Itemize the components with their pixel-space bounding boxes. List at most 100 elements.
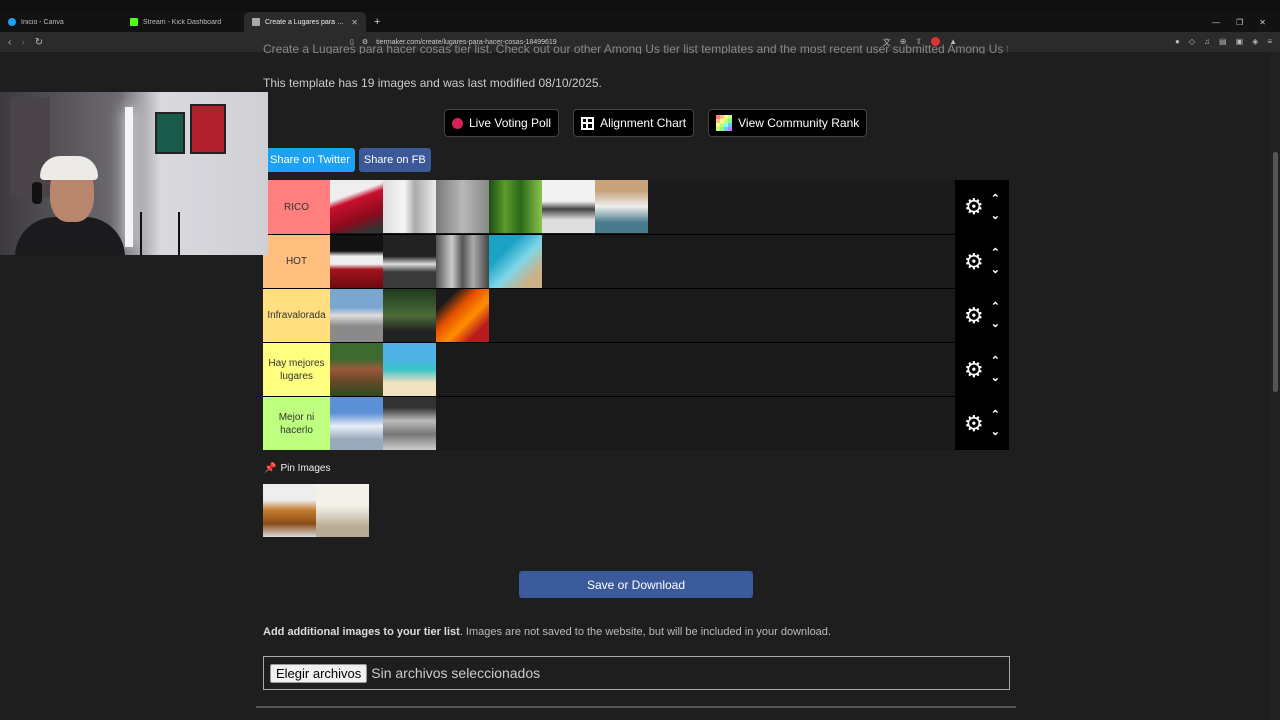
description-text: Create a Lugares para hacer cosas tier l… bbox=[263, 44, 1008, 54]
close-tab-icon[interactable]: ✕ bbox=[351, 18, 358, 27]
tier-items[interactable] bbox=[330, 397, 955, 450]
gear-icon[interactable]: ⚙ bbox=[964, 196, 984, 218]
media-icon[interactable]: ♫ bbox=[1204, 37, 1210, 48]
pin-label: Pin Images bbox=[280, 463, 331, 474]
gear-icon[interactable]: ⚙ bbox=[964, 358, 984, 381]
tripod bbox=[140, 212, 180, 255]
tier-items[interactable] bbox=[330, 180, 955, 234]
file-status: Sin archivos seleccionados bbox=[371, 665, 541, 681]
new-tab-button[interactable]: + bbox=[366, 16, 388, 28]
file-upload-box: Elegir archivos Sin archivos seleccionad… bbox=[263, 656, 1010, 690]
chevron-down-icon[interactable]: ⌄ bbox=[991, 371, 1000, 385]
pin-images-toggle[interactable]: 📌 Pin Images bbox=[264, 463, 330, 474]
vpn-icon[interactable]: ◈ bbox=[1252, 37, 1258, 48]
bathroom-image[interactable] bbox=[436, 180, 489, 233]
canva-favicon-icon bbox=[8, 18, 16, 26]
tier-controls: ⚙ ⌃ ⌄ bbox=[955, 180, 1009, 234]
chevron-up-icon[interactable]: ⌃ bbox=[991, 192, 1000, 206]
close-window-icon[interactable]: ✕ bbox=[1259, 18, 1266, 27]
tier-items[interactable] bbox=[330, 235, 955, 288]
share-twitter-button[interactable]: Share on Twitter bbox=[265, 148, 355, 172]
cinema-image[interactable] bbox=[330, 235, 383, 288]
headset bbox=[32, 182, 42, 204]
tab-title: Stream - Kick Dashboard bbox=[143, 18, 222, 26]
add-images-rest: . Images are not saved to the website, b… bbox=[459, 626, 831, 638]
menu-icon[interactable]: ≡ bbox=[1267, 37, 1272, 48]
tier-label[interactable]: Mejor ni hacerlo bbox=[263, 397, 330, 450]
living-room-image[interactable] bbox=[316, 484, 369, 537]
wallet-icon[interactable]: ▣ bbox=[1236, 37, 1244, 48]
bridge-image[interactable] bbox=[330, 343, 383, 396]
sidebar-icon[interactable]: ▤ bbox=[1219, 37, 1227, 48]
alignment-chart-button[interactable]: Alignment Chart bbox=[573, 109, 695, 137]
tier-row: Mejor ni hacerlo ⚙ ⌃ ⌄ bbox=[263, 396, 1009, 450]
live-dot-icon bbox=[452, 117, 463, 129]
action-buttons: Live Voting Poll Alignment Chart View Co… bbox=[444, 109, 868, 137]
gear-icon[interactable]: ⚙ bbox=[964, 412, 984, 435]
public-bathroom-image[interactable] bbox=[383, 397, 436, 450]
airplane-image[interactable] bbox=[330, 289, 383, 342]
tab-kick[interactable]: Stream - Kick Dashboard bbox=[122, 12, 244, 32]
hospital-image[interactable] bbox=[330, 397, 383, 450]
table-image[interactable] bbox=[263, 484, 316, 537]
forest-image[interactable] bbox=[489, 180, 542, 233]
pin-icon: 📌 bbox=[264, 463, 277, 474]
divider bbox=[256, 706, 1016, 708]
chevron-up-icon[interactable]: ⌃ bbox=[991, 246, 1000, 260]
poster bbox=[190, 104, 226, 154]
chevron-down-icon[interactable]: ⌄ bbox=[991, 425, 1000, 439]
train-image[interactable] bbox=[436, 289, 489, 342]
pool-image[interactable] bbox=[489, 235, 542, 288]
minimize-icon[interactable]: — bbox=[1212, 18, 1220, 27]
chevron-down-icon[interactable]: ⌄ bbox=[991, 209, 1000, 223]
gear-icon[interactable]: ⚙ bbox=[964, 304, 984, 327]
alignment-label: Alignment Chart bbox=[600, 116, 687, 130]
template-info: This template has 19 images and was last… bbox=[263, 76, 602, 90]
shower-image[interactable] bbox=[383, 180, 436, 233]
reload-icon[interactable]: ↻ bbox=[35, 37, 43, 48]
chevron-down-icon[interactable]: ⌄ bbox=[991, 263, 1000, 277]
car-image[interactable] bbox=[330, 180, 383, 233]
tier-items[interactable] bbox=[330, 343, 955, 396]
rank-grid-icon bbox=[716, 115, 733, 131]
kitchen-image[interactable] bbox=[383, 235, 436, 288]
tier-label[interactable]: Infravalorada bbox=[263, 289, 330, 342]
chevron-up-icon[interactable]: ⌃ bbox=[991, 300, 1000, 314]
tier-controls: ⚙ ⌃ ⌄ bbox=[955, 235, 1009, 288]
live-voting-label: Live Voting Poll bbox=[469, 116, 552, 130]
tab-title: Inicio - Canva bbox=[21, 18, 64, 26]
puzzle-icon[interactable]: ◇ bbox=[1189, 37, 1195, 48]
tier-controls: ⚙ ⌃ ⌄ bbox=[955, 289, 1009, 342]
add-images-bold: Add additional images to your tier list bbox=[263, 626, 460, 638]
live-voting-button[interactable]: Live Voting Poll bbox=[444, 109, 560, 137]
choose-files-button[interactable]: Elegir archivos bbox=[270, 663, 368, 683]
forward-icon[interactable]: › bbox=[21, 37, 24, 48]
gear-icon[interactable]: ⚙ bbox=[964, 250, 984, 273]
scrollbar[interactable] bbox=[1271, 52, 1280, 720]
restore-icon[interactable]: ❐ bbox=[1236, 18, 1243, 27]
beach-image[interactable] bbox=[383, 343, 436, 396]
tier-label[interactable]: Hay mejores lugares bbox=[263, 343, 330, 396]
webcam-overlay bbox=[0, 92, 268, 255]
tier-items[interactable] bbox=[330, 289, 955, 342]
office-image[interactable] bbox=[542, 180, 595, 233]
extension-icon[interactable]: ● bbox=[1175, 37, 1180, 48]
share-fb-button[interactable]: Share on FB bbox=[358, 148, 431, 172]
chevron-up-icon[interactable]: ⌃ bbox=[991, 354, 1000, 368]
chevron-down-icon[interactable]: ⌄ bbox=[991, 317, 1000, 331]
tier-row: HOT ⚙ ⌃ ⌄ bbox=[263, 234, 1009, 288]
scrollbar-thumb[interactable] bbox=[1273, 152, 1278, 392]
community-rank-button[interactable]: View Community Rank bbox=[708, 109, 868, 137]
tab-canva[interactable]: Inicio - Canva bbox=[0, 12, 122, 32]
community-label: View Community Rank bbox=[738, 116, 860, 130]
bedroom-image[interactable] bbox=[595, 180, 648, 233]
save-download-button[interactable]: Save or Download bbox=[519, 571, 753, 598]
tier-row: Hay mejores lugares ⚙ ⌃ ⌄ bbox=[263, 342, 1009, 396]
tier-label[interactable]: HOT bbox=[263, 235, 330, 288]
chevron-up-icon[interactable]: ⌃ bbox=[991, 408, 1000, 422]
grave-image[interactable] bbox=[383, 289, 436, 342]
tier-label[interactable]: RICO bbox=[263, 180, 330, 234]
back-icon[interactable]: ‹ bbox=[8, 37, 11, 48]
elevator-image[interactable] bbox=[436, 235, 489, 288]
tab-tiermaker[interactable]: Create a Lugares para hacer cosas ✕ bbox=[244, 12, 366, 32]
